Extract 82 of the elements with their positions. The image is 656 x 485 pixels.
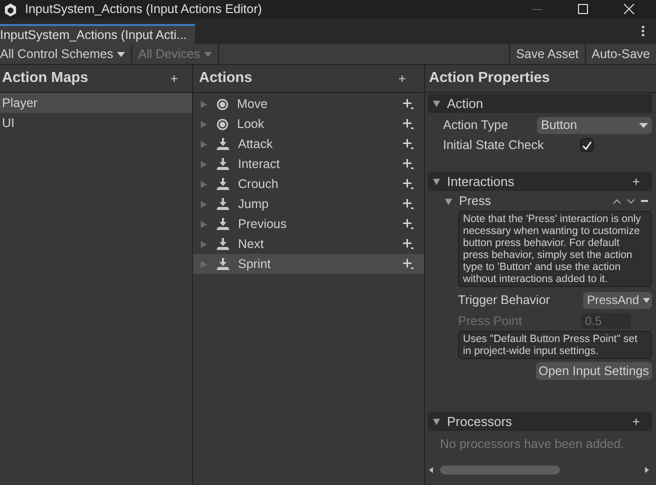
action-label: Move: [237, 96, 268, 113]
add-button[interactable]: +: [170, 68, 178, 88]
add-binding-icon[interactable]: [403, 118, 414, 130]
field-label: Initial State Check: [443, 136, 545, 154]
press-down-icon: [216, 158, 230, 170]
add-binding-icon[interactable]: [403, 218, 414, 230]
help-note: Note that the 'Press' interaction is only necessary when wanting to customize button press behavior. For default press behavior, simply set the action type to 'Button' and use the action without interactions added to it.: [458, 211, 652, 287]
action-item[interactable]: Next: [193, 234, 424, 254]
action-item[interactable]: Interact: [193, 154, 424, 174]
target-icon: [216, 98, 229, 110]
action-label: Next: [238, 236, 264, 253]
action-label: Crouch: [238, 176, 278, 193]
save-asset-button[interactable]: Save Asset: [509, 44, 585, 64]
collapse-arrow-icon[interactable]: [432, 99, 441, 108]
panel-title: Action Properties: [429, 68, 550, 88]
collapse-arrow-icon[interactable]: [432, 177, 441, 186]
section-title: Interactions: [447, 172, 514, 191]
caret-icon: [643, 298, 650, 302]
remove-icon[interactable]: [641, 200, 648, 202]
action-label: Jump: [238, 196, 269, 213]
collapse-arrow-icon[interactable]: [444, 196, 453, 206]
press-down-icon: [216, 198, 230, 210]
caret-icon: [117, 52, 126, 56]
add-binding-icon[interactable]: [403, 238, 414, 250]
field-label: Action Type: [443, 116, 510, 134]
window-title: InputSystem_Actions (Input Actions Editor): [25, 1, 262, 18]
section-title: Processors: [447, 412, 512, 431]
section-header[interactable]: Interactions +: [428, 172, 652, 191]
document-tab[interactable]: InputSystem_Actions (Input Acti...: [0, 24, 195, 44]
add-binding-icon[interactable]: [403, 138, 414, 150]
action-item[interactable]: Look: [193, 114, 424, 134]
move-up-icon[interactable]: [613, 198, 621, 204]
panel-title: Action Maps: [2, 68, 88, 88]
action-label: Look: [237, 116, 264, 133]
target-icon: [216, 118, 229, 130]
action-item[interactable]: Sprint: [193, 254, 424, 274]
move-down-icon[interactable]: [627, 198, 635, 204]
press-down-icon: [216, 258, 230, 270]
horizontal-scrollbar-drawing[interactable]: [428, 464, 650, 476]
add-binding-icon[interactable]: [403, 178, 414, 190]
press-down-icon: [216, 178, 230, 190]
auto-save-button[interactable]: Auto-Save: [584, 44, 656, 64]
more-options-icon[interactable]: [641, 25, 645, 37]
action-label: Attack: [238, 136, 273, 153]
action-item[interactable]: Crouch: [193, 174, 424, 194]
collapse-arrow-icon[interactable]: [432, 417, 441, 426]
interaction-title: Press: [459, 192, 491, 210]
help-note: Uses "Default Button Press Point" set in project-wide input settings.: [458, 331, 652, 359]
action-map-item[interactable]: Player: [0, 93, 192, 113]
press-down-icon: [216, 218, 230, 230]
action-label: Interact: [238, 156, 280, 173]
action-type-dropdown[interactable]: Button: [537, 116, 652, 134]
action-item[interactable]: Attack: [193, 134, 424, 154]
trigger-behavior-dropdown[interactable]: PressAnd: [583, 292, 652, 308]
add-button[interactable]: +: [398, 68, 406, 88]
empty-message: No processors have been added.: [439, 436, 626, 453]
press-down-icon: [216, 138, 230, 150]
section-header[interactable]: Processors +: [428, 412, 652, 431]
action-label: Previous: [238, 216, 287, 233]
add-button[interactable]: +: [632, 412, 640, 432]
add-binding-icon[interactable]: [403, 198, 414, 210]
action-item[interactable]: Jump: [193, 194, 424, 214]
action-item[interactable]: Previous: [193, 214, 424, 234]
panel-title: Actions: [199, 68, 252, 88]
open-input-settings-button[interactable]: Open Input Settings: [536, 362, 652, 380]
cube-logo-icon: [4, 2, 17, 16]
action-map-item[interactable]: UI: [0, 113, 192, 133]
section-header[interactable]: Action: [428, 94, 652, 113]
add-button[interactable]: +: [632, 172, 640, 192]
control-schemes-dropdown[interactable]: All Control Schemes: [0, 44, 132, 64]
field-label: Trigger Behavior: [458, 292, 550, 309]
checkbox[interactable]: [580, 138, 594, 152]
add-binding-icon[interactable]: [403, 258, 414, 270]
caret-icon: [204, 52, 212, 56]
field-label: Press Point: [458, 312, 522, 330]
add-binding-icon[interactable]: [403, 158, 414, 170]
action-label: Sprint: [238, 256, 271, 273]
section-title: Action: [447, 94, 484, 113]
caret-icon: [639, 122, 648, 128]
add-binding-icon[interactable]: [403, 98, 414, 110]
action-item[interactable]: Move: [193, 94, 424, 114]
press-down-icon: [216, 238, 230, 250]
